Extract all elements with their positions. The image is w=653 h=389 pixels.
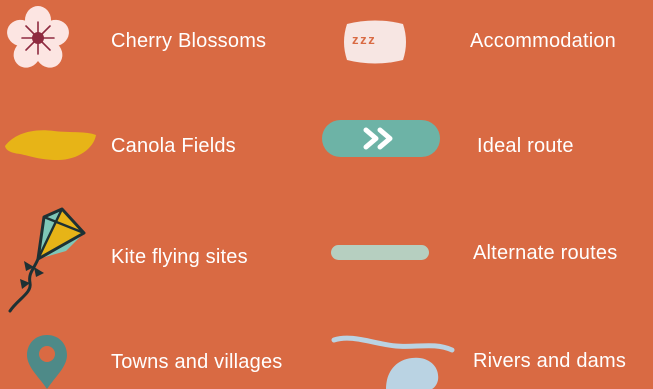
legend-label-ideal-route: Ideal route <box>477 135 574 157</box>
pillow-zzz-text: z z z <box>352 32 375 47</box>
alternate-route-icon <box>331 245 429 260</box>
cherry-blossom-icon <box>7 6 69 68</box>
legend-label-accommodation: Accommodation <box>470 30 616 52</box>
legend-label-cherry-blossoms: Cherry Blossoms <box>111 30 267 52</box>
river-dam-icon <box>331 335 455 389</box>
kite-icon <box>8 207 86 313</box>
location-pin-icon <box>27 335 67 389</box>
canola-field-icon <box>5 130 96 160</box>
map-legend: Cherry Blossoms z z z Accommodation Cano… <box>0 0 653 389</box>
ideal-route-icon <box>322 120 440 157</box>
legend-label-canola-fields: Canola Fields <box>111 135 236 157</box>
legend-label-alternate-routes: Alternate routes <box>473 242 618 264</box>
legend-label-rivers-and-dams: Rivers and dams <box>473 350 627 372</box>
legend-label-kite-flying-sites: Kite flying sites <box>111 246 248 268</box>
legend-label-towns-and-villages: Towns and villages <box>111 351 283 373</box>
